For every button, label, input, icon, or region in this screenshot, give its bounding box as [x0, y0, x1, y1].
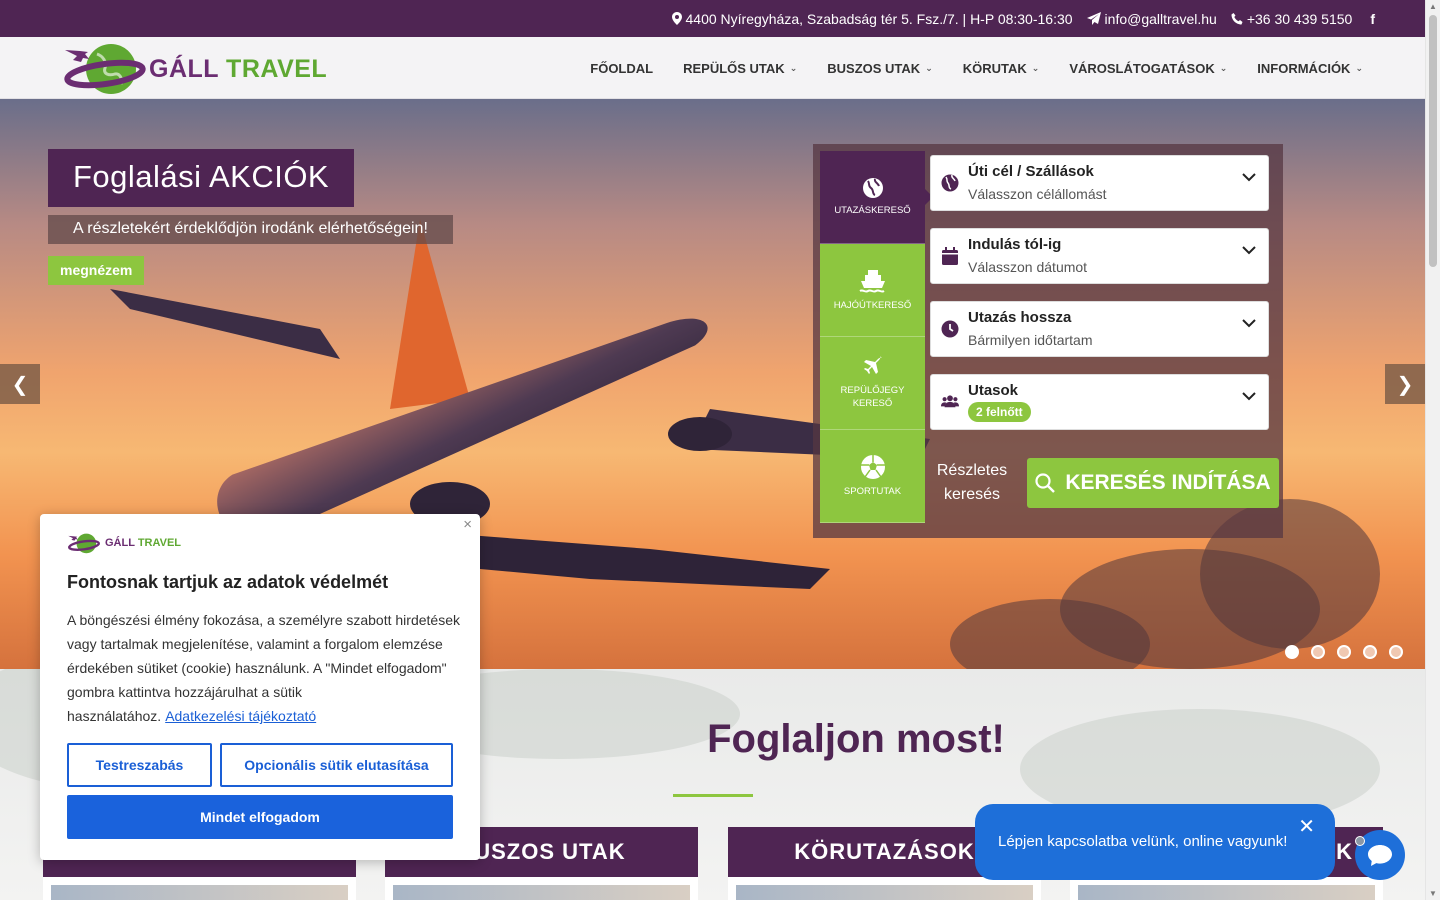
promo-title: Foglalási AKCIÓK — [48, 149, 355, 207]
search-submit-button[interactable]: KERESÉS INDÍTÁSA — [1027, 458, 1279, 508]
globe-plane-logo-icon — [64, 44, 146, 94]
facebook-icon[interactable]: f — [1370, 11, 1375, 27]
tab-flight-ticket-search[interactable]: REPÜLŐJEGY KERESŐ — [820, 337, 925, 430]
globe-icon — [941, 174, 959, 192]
nav-bus-trips[interactable]: BUSZOS UTAK ⌄ — [827, 61, 932, 76]
nav-tours[interactable]: KÖRUTAK ⌄ — [963, 61, 1040, 76]
chevron-down-icon — [1242, 392, 1256, 401]
promo-view-button[interactable]: megnézem — [48, 256, 145, 285]
site-logo[interactable]: GÁLL TRAVEL — [63, 40, 327, 96]
customize-button[interactable]: Testreszabás — [67, 743, 212, 787]
slider-dot[interactable] — [1363, 645, 1377, 659]
ship-icon — [858, 269, 885, 293]
nav-home[interactable]: FŐOLDAL — [590, 61, 653, 76]
close-icon[interactable]: ✕ — [1298, 814, 1315, 839]
reject-optional-button[interactable]: Opcionális sütik elutasítása — [220, 743, 453, 787]
page-scrollbar[interactable]: ▲ ▼ — [1425, 0, 1440, 900]
cookie-logo-text: GÁLL TRAVEL — [105, 537, 181, 549]
category-image — [1070, 877, 1383, 900]
chat-popup[interactable]: Lépjen kapcsolatba velünk, online vagyun… — [975, 804, 1335, 880]
cookie-title: Fontosnak tartjuk az adatok védelmét — [67, 572, 389, 592]
slider-next-button[interactable]: ❯ — [1385, 364, 1425, 404]
destination-value: Válasszon célállomást — [968, 186, 1107, 202]
title-divider — [673, 794, 753, 797]
chevron-down-icon: ⌄ — [1355, 62, 1363, 73]
category-image — [43, 877, 356, 900]
cookie-consent-dialog: × GÁLL TRAVEL Fontosnak tartjuk az adato… — [40, 514, 480, 860]
search-tabs: UTAZÁSKERESŐ HAJÓÚTKERESŐ REPÜLŐJEGY KER… — [820, 151, 925, 523]
passengers-select[interactable]: Utasok 2 felnőtt — [930, 374, 1269, 430]
phone-icon — [1231, 12, 1243, 24]
promo-subtitle: A részletekért érdeklődjön irodánk elérh… — [48, 215, 453, 244]
category-image — [385, 877, 698, 900]
search-widget: UTAZÁSKERESŐ HAJÓÚTKERESŐ REPÜLŐJEGY KER… — [813, 144, 1283, 538]
chat-bubble-icon — [1368, 845, 1392, 866]
scrollbar-thumb[interactable] — [1429, 15, 1437, 267]
category-image — [728, 877, 1041, 900]
slider-prev-button[interactable]: ❮ — [0, 364, 40, 404]
chevron-down-icon — [1242, 319, 1256, 328]
duration-value: Bármilyen időtartam — [968, 332, 1093, 348]
chevron-down-icon — [1242, 246, 1256, 255]
chevron-down-icon — [1242, 173, 1256, 182]
top-info-bar: 4400 Nyíregyháza, Szabadság tér 5. Fsz./… — [0, 0, 1425, 37]
paper-plane-icon — [1086, 12, 1101, 25]
globe-icon — [862, 177, 883, 198]
cookie-logo: GÁLL TRAVEL — [67, 532, 181, 554]
tab-travel-search[interactable]: UTAZÁSKERESŐ — [820, 151, 925, 244]
nav-city-trips[interactable]: VÁROSLÁTOGATÁSOK ⌄ — [1069, 61, 1227, 76]
slider-dots — [1285, 645, 1403, 659]
soccer-ball-icon — [860, 454, 885, 479]
destination-label: Úti cél / Szállások — [968, 163, 1094, 180]
phone-link[interactable]: +36 30 439 5150 — [1231, 10, 1353, 27]
close-icon[interactable]: × — [463, 516, 472, 533]
nav-information[interactable]: INFORMÁCIÓK ⌄ — [1257, 61, 1363, 76]
main-nav: FŐOLDAL REPÜLŐS UTAK ⌄ BUSZOS UTAK ⌄ KÖRUT… — [590, 37, 1363, 99]
map-marker-icon — [671, 12, 682, 25]
clock-icon — [941, 320, 959, 338]
scroll-down-arrow-icon[interactable]: ▼ — [1429, 889, 1437, 898]
tab-cruise-search[interactable]: HAJÓÚTKERESŐ — [820, 244, 925, 337]
slider-dot[interactable] — [1311, 645, 1325, 659]
date-range-select[interactable]: Indulás tól-ig Válasszon dátumot — [930, 228, 1269, 284]
calendar-icon — [942, 247, 958, 265]
chevron-down-icon: ⌄ — [1031, 62, 1040, 73]
date-label: Indulás tól-ig — [968, 236, 1062, 253]
chat-message: Lépjen kapcsolatba velünk, online vagyun… — [998, 833, 1288, 850]
privacy-policy-link[interactable]: Adatkezelési tájékoztató — [165, 708, 316, 724]
site-header: GÁLL TRAVEL FŐOLDAL REPÜLŐS UTAK ⌄ BUSZOS… — [0, 37, 1425, 99]
date-value: Válasszon dátumot — [968, 259, 1088, 275]
accept-all-button[interactable]: Mindet elfogadom — [67, 795, 453, 839]
cookie-text: A böngészési élmény fokozása, a személyr… — [67, 612, 460, 724]
plane-icon — [863, 356, 882, 375]
passengers-label: Utasok — [968, 382, 1019, 399]
tab-sport-trips[interactable]: SPORTUTAK — [820, 430, 925, 523]
duration-label: Utazás hossza — [968, 309, 1072, 326]
chevron-left-icon: ❮ — [11, 373, 29, 396]
address-info: 4400 Nyíregyháza, Szabadság tér 5. Fsz./… — [671, 10, 1073, 27]
globe-plane-logo-icon — [68, 533, 100, 554]
passengers-badge: 2 felnőtt — [968, 402, 1031, 422]
chevron-down-icon: ⌄ — [1219, 62, 1228, 73]
chat-status-dot — [1355, 836, 1365, 846]
search-icon — [1035, 473, 1056, 493]
duration-select[interactable]: Utazás hossza Bármilyen időtartam — [930, 301, 1269, 357]
slider-dot[interactable] — [1337, 645, 1351, 659]
address-text: 4400 Nyíregyháza, Szabadság tér 5. Fsz./… — [685, 10, 1073, 27]
email-link[interactable]: info@galltravel.hu — [1086, 10, 1217, 27]
slider-dot[interactable] — [1285, 645, 1299, 659]
chevron-down-icon: ⌄ — [789, 62, 798, 73]
detailed-search-link[interactable]: Részletes keresés — [935, 459, 1009, 507]
users-icon — [941, 395, 959, 408]
email-text: info@galltravel.hu — [1104, 10, 1217, 27]
scroll-up-arrow-icon[interactable]: ▲ — [1429, 2, 1437, 11]
nav-flights[interactable]: REPÜLŐS UTAK ⌄ — [683, 61, 797, 76]
chevron-right-icon: ❯ — [1396, 373, 1414, 396]
slider-dot[interactable] — [1389, 645, 1403, 659]
destination-select[interactable]: Úti cél / Szállások Válasszon célállomás… — [930, 155, 1269, 211]
logo-wordmark: GÁLL TRAVEL — [149, 55, 328, 83]
phone-text: +36 30 439 5150 — [1246, 10, 1353, 27]
chevron-down-icon: ⌄ — [925, 62, 933, 73]
